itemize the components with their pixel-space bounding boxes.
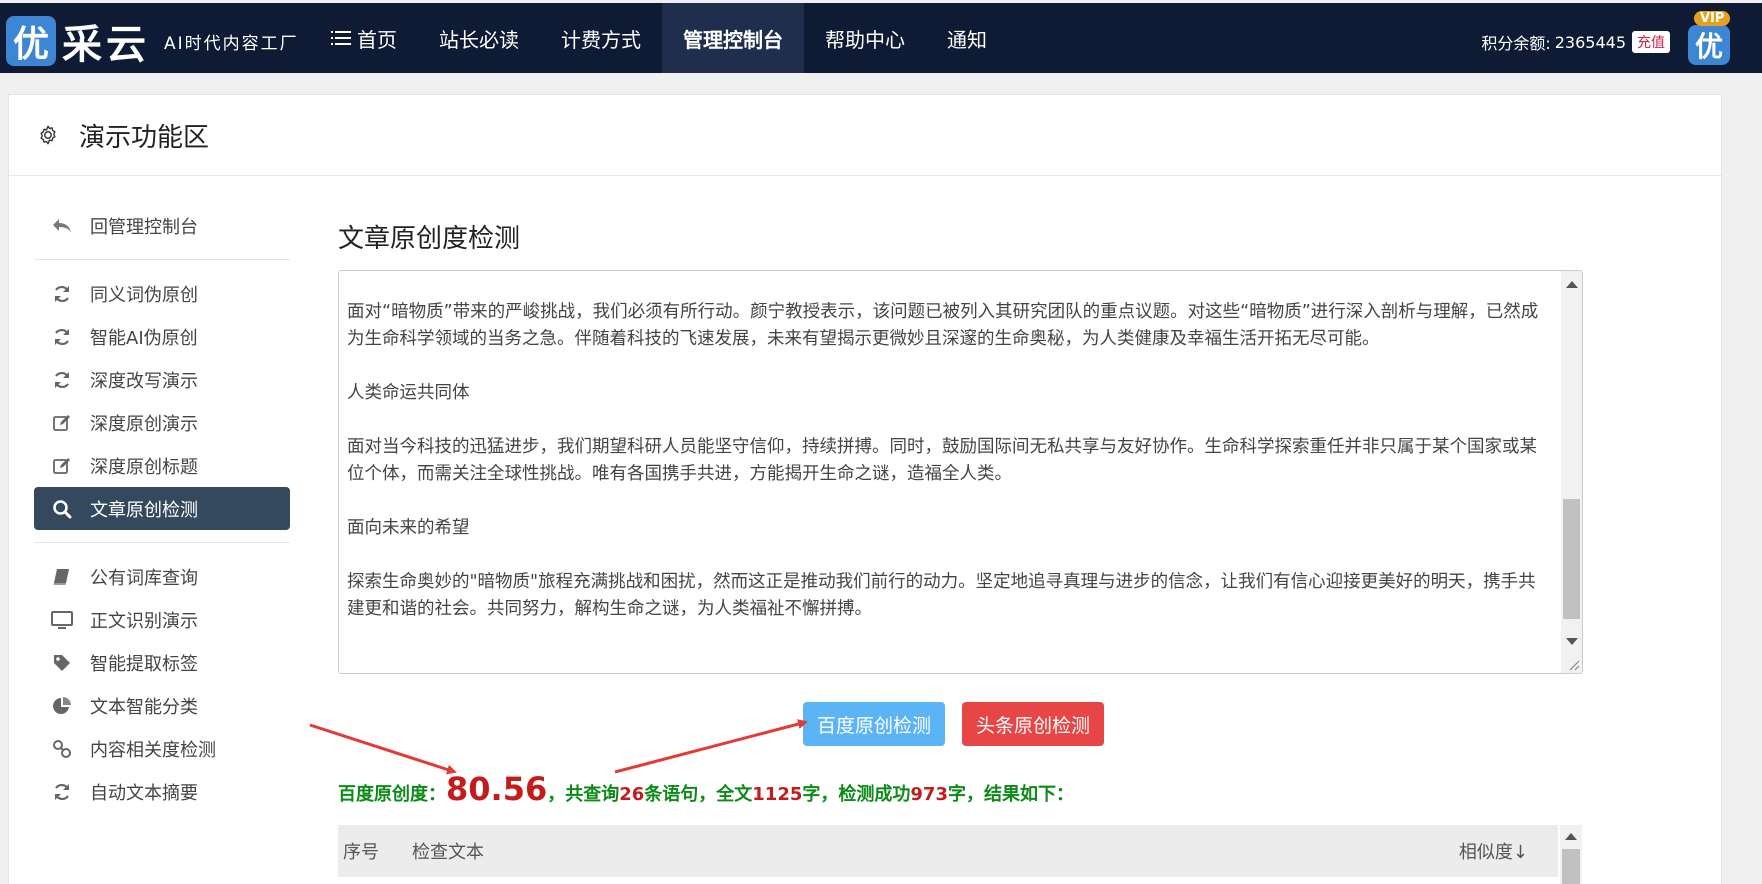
sidebar-item-label: 内容相关度检测	[90, 739, 216, 761]
nav-item-home[interactable]: 首页	[310, 3, 418, 73]
search-icon	[50, 498, 74, 520]
nav-item-must-read[interactable]: 站长必读	[418, 3, 540, 73]
result-table-header: 序号 检查文本 相似度↓	[338, 825, 1558, 877]
sidebar: 回管理控制台 同义词伪原创 智能AI伪原创 深度改写演示 深度原创演示 深度原创…	[34, 204, 290, 813]
sidebar-item-label: 自动文本摘要	[90, 782, 198, 804]
resize-handle-icon[interactable]	[1566, 657, 1580, 671]
table-scrollbar[interactable]	[1560, 825, 1582, 884]
monitor-icon	[50, 609, 74, 631]
article-paragraph: 探索生命奥妙的"暗物质"旅程充满挑战和困扰，然而这正是推动我们前行的动力。坚定地…	[347, 572, 1536, 619]
result-label: 百度原创度：	[338, 784, 446, 805]
scroll-up-arrow-icon[interactable]	[1565, 833, 1577, 840]
pie-chart-icon	[50, 695, 74, 717]
vip-badge: VIP	[1694, 11, 1731, 26]
article-text: 面对“暗物质”带来的严峻挑战，我们必须有所行动。颜宁教授表示，该问题已被列入其研…	[347, 299, 1552, 650]
total-char-count: 1125	[752, 784, 803, 805]
gear-icon	[40, 125, 56, 145]
toutiao-check-button[interactable]: 头条原创检测	[962, 702, 1105, 746]
sidebar-item-ai-rewrite[interactable]: 智能AI伪原创	[34, 315, 290, 358]
menu-icon	[331, 30, 351, 46]
sidebar-item-text-recognition[interactable]: 正文识别演示	[34, 598, 290, 641]
sidebar-item-lexicon-query[interactable]: 公有词库查询	[34, 555, 290, 598]
sentence-count: 26	[619, 784, 645, 805]
account-balance: 积分余额: 2365445 充值	[1481, 30, 1670, 54]
avatar[interactable]: 优 VIP	[1686, 11, 1734, 65]
sidebar-item-label: 智能提取标签	[90, 653, 198, 675]
sidebar-item-deep-rewrite[interactable]: 深度改写演示	[34, 358, 290, 401]
link-icon	[50, 738, 74, 760]
result-text: 字，检测成功	[802, 784, 911, 805]
scroll-down-arrow-icon[interactable]	[1566, 638, 1578, 645]
refresh-icon	[50, 781, 74, 803]
sidebar-item-tag-extraction[interactable]: 智能提取标签	[34, 641, 290, 684]
logo-text: 采云	[62, 21, 150, 68]
main-nav: 首页 站长必读 计费方式 管理控制台 帮助中心 通知	[310, 3, 1008, 73]
sidebar-item-label: 文本智能分类	[90, 696, 198, 718]
scrollbar-thumb[interactable]	[1563, 499, 1580, 619]
top-nav-bar: 优 采云 AI时代内容工厂 首页 站长必读 计费方式 管理控制台 帮助中心 通知…	[0, 3, 1762, 73]
sidebar-item-label: 同义词伪原创	[90, 284, 198, 306]
sidebar-divider	[34, 542, 290, 543]
sidebar-item-label: 智能AI伪原创	[90, 327, 198, 349]
recharge-button[interactable]: 充值	[1632, 31, 1670, 53]
book-icon	[50, 566, 74, 588]
article-paragraph: 面对当今科技的迅猛进步，我们期望科研人员能坚守信仰，持续拼搏。同时，鼓励国际间无…	[347, 437, 1537, 484]
sidebar-item-label: 深度改写演示	[90, 370, 198, 392]
nav-item-label: 首页	[357, 27, 397, 52]
sidebar-item-label: 正文识别演示	[90, 610, 198, 632]
sidebar-item-text-classify[interactable]: 文本智能分类	[34, 684, 290, 727]
success-char-count: 973	[910, 784, 948, 805]
refresh-icon	[50, 283, 74, 305]
sidebar-item-auto-summary[interactable]: 自动文本摘要	[34, 770, 290, 813]
refresh-icon	[50, 326, 74, 348]
sidebar-item-label: 深度原创标题	[90, 456, 198, 478]
article-paragraph: 人类命运共同体	[347, 383, 470, 403]
sidebar-item-relevance-check[interactable]: 内容相关度检测	[34, 727, 290, 770]
sidebar-item-deep-title[interactable]: 深度原创标题	[34, 444, 290, 487]
sidebar-item-label: 回管理控制台	[90, 216, 198, 238]
nav-item-notice[interactable]: 通知	[926, 3, 1008, 73]
logo-slogan: AI时代内容工厂	[164, 33, 299, 54]
edit-icon	[50, 412, 74, 434]
result-summary: 百度原创度：80.56，共查询26条语句，全文1125字，检测成功973字，结果…	[338, 770, 1074, 808]
originality-score: 80.56	[446, 770, 548, 808]
scrollbar-thumb[interactable]	[1562, 849, 1580, 884]
article-paragraph: 面向未来的希望	[347, 518, 470, 538]
sidebar-divider	[34, 259, 290, 260]
sidebar-item-originality-check[interactable]: 文章原创检测	[34, 487, 290, 530]
sidebar-item-synonym-rewrite[interactable]: 同义词伪原创	[34, 272, 290, 315]
edit-icon	[50, 455, 74, 477]
reply-arrow-icon	[50, 215, 74, 237]
avatar-badge: 优	[1688, 25, 1730, 65]
baidu-check-button[interactable]: 百度原创检测	[803, 702, 946, 746]
column-header-similarity[interactable]: 相似度↓	[1459, 838, 1528, 864]
column-header-text: 检查文本	[412, 842, 484, 863]
site-logo[interactable]: 优 采云 AI时代内容工厂	[6, 12, 299, 70]
column-header-no: 序号	[343, 842, 379, 863]
page-title: 文章原创度检测	[338, 224, 521, 254]
nav-item-console[interactable]: 管理控制台	[662, 3, 804, 73]
scroll-up-arrow-icon[interactable]	[1566, 281, 1578, 288]
logo-badge: 优	[6, 16, 56, 66]
result-text: 字，结果如下：	[947, 784, 1074, 805]
panel-title: 演示功能区	[79, 122, 210, 153]
result-text: ，共查询	[547, 784, 620, 805]
sidebar-item-label: 公有词库查询	[90, 567, 198, 589]
sidebar-item-label: 深度原创演示	[90, 413, 198, 435]
sidebar-item-label: 文章原创检测	[90, 499, 198, 521]
balance-value: 2365445	[1554, 32, 1626, 52]
nav-item-help[interactable]: 帮助中心	[804, 3, 926, 73]
tag-icon	[50, 652, 74, 674]
balance-label: 积分余额:	[1481, 34, 1551, 53]
result-text: 条语句，全文	[644, 784, 753, 805]
nav-item-pricing[interactable]: 计费方式	[540, 3, 662, 73]
sidebar-item-back-console[interactable]: 回管理控制台	[34, 204, 290, 247]
article-textarea[interactable]: 面对“暗物质”带来的严峻挑战，我们必须有所行动。颜宁教授表示，该问题已被列入其研…	[338, 270, 1583, 674]
refresh-icon	[50, 369, 74, 391]
sidebar-item-deep-original[interactable]: 深度原创演示	[34, 401, 290, 444]
panel-header: 演示功能区	[9, 95, 1721, 176]
textarea-scrollbar[interactable]	[1561, 271, 1582, 673]
article-paragraph: 面对“暗物质”带来的严峻挑战，我们必须有所行动。颜宁教授表示，该问题已被列入其研…	[347, 302, 1539, 349]
